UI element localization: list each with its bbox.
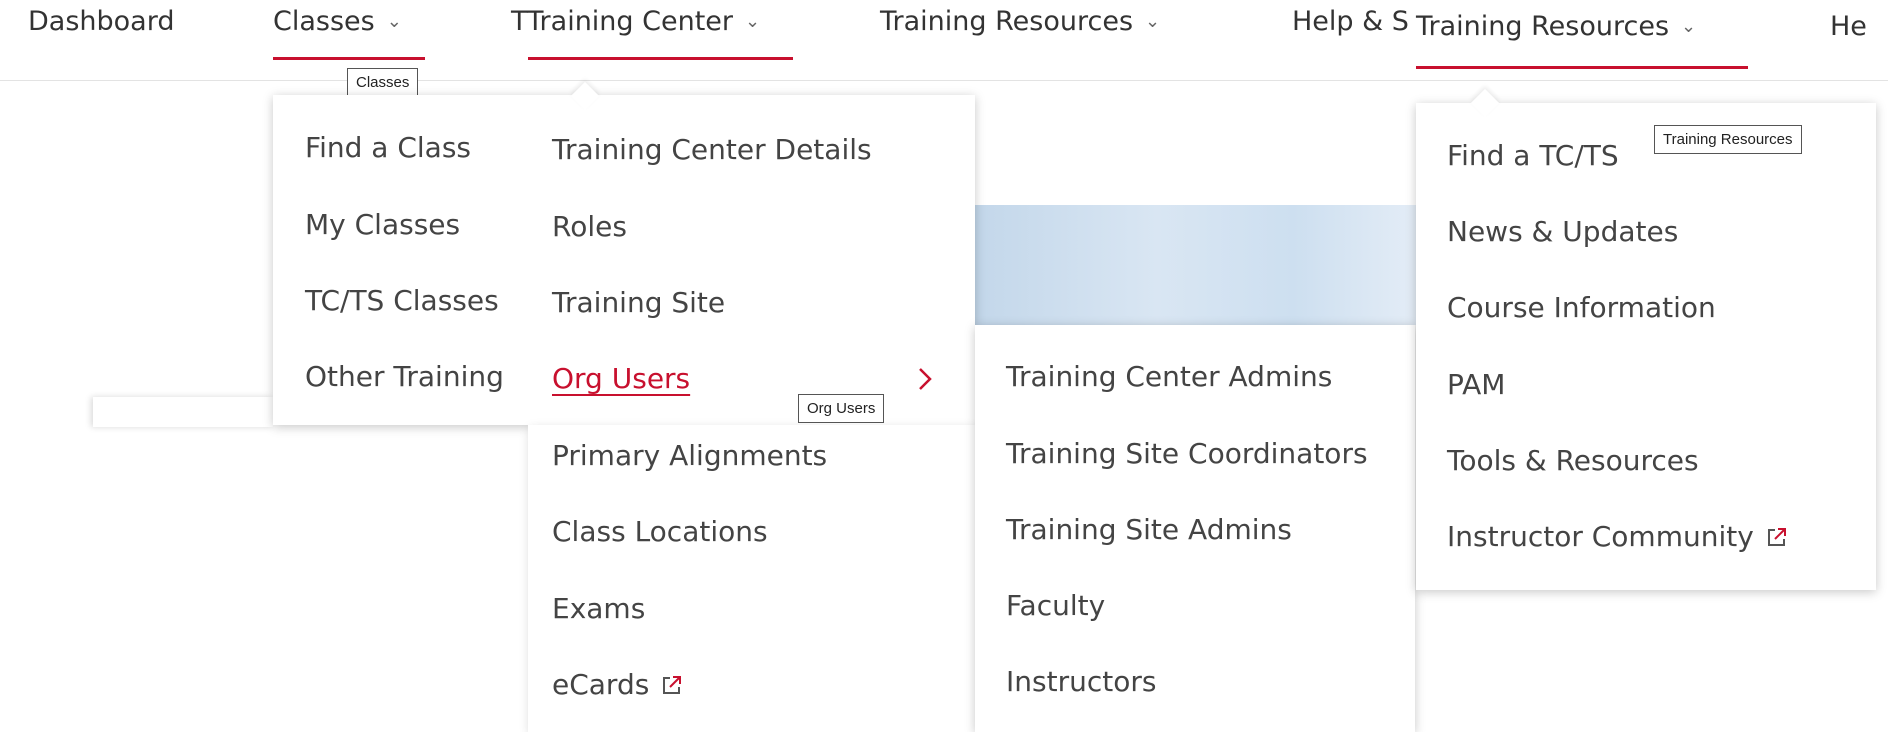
training-resources-tooltip: Training Resources (1654, 125, 1802, 154)
menu-item-tcts-classes[interactable]: TC/TS Classes (305, 284, 499, 317)
nav-classes-label: Classes (273, 6, 375, 37)
nav-training-resources-underline (1416, 66, 1748, 69)
menu-item-ts-coordinators[interactable]: Training Site Coordinators (1006, 437, 1368, 470)
menu-item-ecards[interactable]: eCards (552, 668, 683, 701)
nav-training-resources[interactable]: Training Resources ⌄ (880, 6, 1160, 37)
menu-item-roles[interactable]: Roles (552, 210, 627, 243)
menu-item-exams[interactable]: Exams (552, 592, 645, 625)
chevron-down-icon: ⌄ (1145, 11, 1161, 32)
menu-item-find-tcts[interactable]: Find a TC/TS (1447, 139, 1619, 172)
menu-item-my-classes[interactable]: My Classes (305, 208, 460, 241)
menu-item-class-locations[interactable]: Class Locations (552, 515, 768, 548)
menu-item-tc-admins[interactable]: Training Center Admins (1006, 360, 1332, 393)
nav-training-center-label: TTraining Center (511, 6, 734, 37)
menu-item-course-information[interactable]: Course Information (1447, 291, 1716, 324)
nav-divider (0, 80, 1888, 81)
org-users-tooltip: Org Users (798, 394, 885, 423)
menu-item-ts-admins[interactable]: Training Site Admins (1006, 513, 1292, 546)
menu-item-other-training[interactable]: Other Training (305, 360, 504, 393)
nav-classes[interactable]: Classes ⌄ (273, 6, 402, 37)
menu-item-tools-resources[interactable]: Tools & Resources (1447, 444, 1699, 477)
nav-training-center[interactable]: TTraining Center ⌄ (511, 6, 760, 37)
nav-help[interactable]: Help & S (1292, 6, 1417, 37)
nav-help-2[interactable]: He (1830, 11, 1888, 42)
menu-item-pam[interactable]: PAM (1447, 368, 1505, 401)
menu-item-primary-alignments[interactable]: Primary Alignments (552, 439, 827, 472)
menu-item-instructor-community-label: Instructor Community (1447, 520, 1754, 553)
nav-training-resources-open[interactable]: Training Resources ⌄ (1416, 11, 1696, 42)
chevron-down-icon: ⌄ (1681, 16, 1697, 37)
menu-item-tc-details[interactable]: Training Center Details (552, 133, 872, 166)
chevron-down-icon: ⌄ (386, 11, 402, 32)
menu-item-instructor-community[interactable]: Instructor Community (1447, 520, 1788, 553)
background-card (93, 397, 273, 427)
nav-training-resources-open-label: Training Resources (1416, 11, 1670, 42)
chevron-right-icon (919, 368, 932, 390)
menu-item-ecards-label: eCards (552, 668, 650, 701)
menu-item-news-updates[interactable]: News & Updates (1447, 215, 1678, 248)
nav-dashboard[interactable]: Dashboard (28, 6, 174, 37)
menu-item-training-site[interactable]: Training Site (552, 286, 725, 319)
menu-item-instructors[interactable]: Instructors (1006, 665, 1156, 698)
external-link-icon (1767, 528, 1786, 546)
hero-banner (975, 205, 1430, 325)
menu-item-find-class[interactable]: Find a Class (305, 131, 471, 164)
menu-item-org-users[interactable]: Org Users (552, 362, 690, 395)
nav-training-center-underline (528, 57, 793, 60)
classes-tooltip: Classes (347, 68, 419, 97)
training-resources-dropdown (1416, 103, 1876, 590)
chevron-down-icon: ⌄ (745, 11, 761, 32)
nav-training-resources-label: Training Resources (880, 6, 1134, 37)
menu-item-faculty[interactable]: Faculty (1006, 589, 1105, 622)
external-link-icon (663, 676, 682, 694)
nav-classes-underline (273, 57, 425, 60)
